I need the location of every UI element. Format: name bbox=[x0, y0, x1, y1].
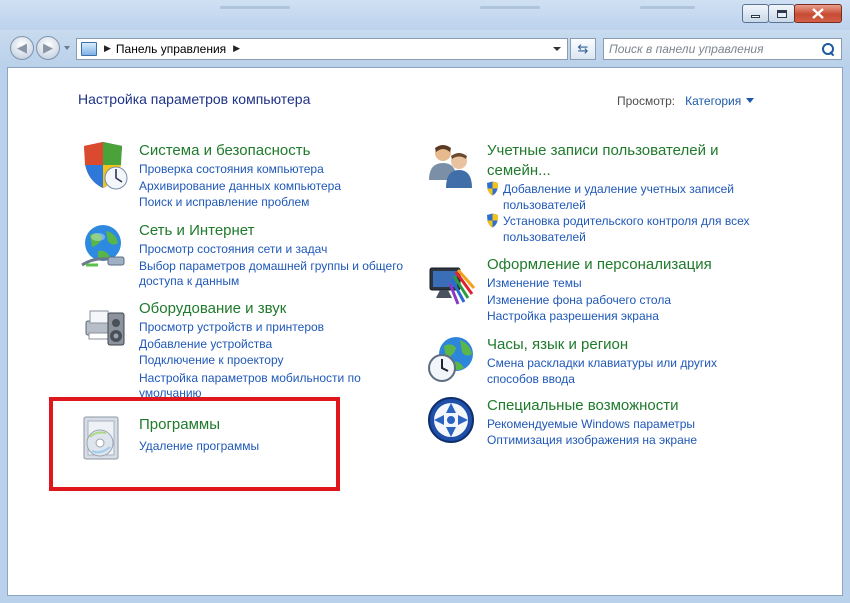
category-network-internet[interactable]: Сеть и Интернет bbox=[139, 222, 255, 239]
link-add-remove-accounts[interactable]: Добавление и удаление учетных записей bbox=[503, 181, 734, 197]
title-decor bbox=[220, 6, 290, 9]
view-by-dropdown[interactable]: Категория bbox=[685, 94, 755, 108]
uac-shield-icon bbox=[487, 181, 498, 196]
link-parental-controls[interactable]: Установка родительского контроля для все… bbox=[503, 213, 750, 229]
close-icon bbox=[812, 8, 824, 19]
link-change-background[interactable]: Изменение фона рабочего стола bbox=[487, 292, 671, 308]
category-hardware-sound[interactable]: Оборудование и звук bbox=[139, 300, 286, 317]
link-change-keyboard-cont[interactable]: способов ввода bbox=[487, 371, 575, 387]
network-globe-icon[interactable] bbox=[78, 221, 128, 271]
view-by: Просмотр: Категория bbox=[617, 94, 755, 108]
chevron-right-icon[interactable]: ▶ bbox=[104, 44, 111, 54]
address-bar[interactable]: ▶ Панель управления ▶ bbox=[76, 38, 568, 60]
link-add-device[interactable]: Добавление устройства bbox=[139, 336, 272, 352]
maximize-button[interactable] bbox=[768, 4, 795, 23]
uac-shield-icon bbox=[487, 213, 498, 228]
search-icon[interactable] bbox=[820, 41, 836, 57]
printer-speaker-icon[interactable] bbox=[78, 299, 128, 349]
link-homegroup-sharing-cont[interactable]: доступа к данным bbox=[139, 273, 239, 289]
security-shield-icon[interactable] bbox=[78, 140, 128, 190]
back-button[interactable]: ◀ bbox=[10, 36, 34, 60]
category-system-security[interactable]: Система и безопасность bbox=[139, 142, 310, 159]
link-homegroup-sharing[interactable]: Выбор параметров домашней группы и общег… bbox=[139, 258, 403, 274]
minimize-button[interactable] bbox=[742, 4, 769, 23]
window-frame-bottom bbox=[0, 596, 850, 603]
link-screen-resolution[interactable]: Настройка разрешения экрана bbox=[487, 308, 659, 324]
chevron-down-icon[interactable] bbox=[746, 98, 755, 103]
link-parental-controls-cont[interactable]: пользователей bbox=[503, 229, 586, 245]
title-decor bbox=[640, 6, 695, 9]
maximize-icon bbox=[776, 9, 787, 18]
link-backup-computer[interactable]: Архивирование данных компьютера bbox=[139, 178, 341, 194]
highlight-box bbox=[49, 397, 340, 491]
accessibility-icon[interactable] bbox=[426, 395, 476, 445]
clock-globe-icon[interactable] bbox=[426, 334, 476, 384]
search-input[interactable] bbox=[604, 40, 820, 58]
category-user-accounts-cont[interactable]: семейн... bbox=[487, 162, 551, 179]
link-connect-projector[interactable]: Подключение к проектору bbox=[139, 352, 284, 368]
close-button[interactable] bbox=[794, 4, 842, 23]
address-dropdown-icon[interactable] bbox=[553, 47, 561, 51]
page-title: Настройка параметров компьютера bbox=[78, 91, 311, 107]
forward-arrow-icon: ▶ bbox=[43, 40, 53, 56]
category-appearance[interactable]: Оформление и персонализация bbox=[487, 256, 712, 273]
recent-pages-dropdown[interactable] bbox=[64, 46, 70, 50]
link-network-status[interactable]: Просмотр состояния сети и задач bbox=[139, 241, 327, 257]
view-by-value[interactable]: Категория bbox=[685, 94, 741, 108]
link-change-keyboard[interactable]: Смена раскладки клавиатуры или других bbox=[487, 355, 717, 371]
category-user-accounts[interactable]: Учетные записи пользователей и bbox=[487, 142, 719, 159]
link-find-fix-problems[interactable]: Поиск и исправление проблем bbox=[139, 194, 309, 210]
category-ease-of-access[interactable]: Специальные возможности bbox=[487, 397, 679, 414]
title-decor bbox=[480, 6, 540, 9]
refresh-button[interactable]: ⇆ bbox=[570, 38, 596, 60]
chevron-right-icon[interactable]: ▶ bbox=[233, 44, 240, 54]
link-mobility-settings[interactable]: Настройка параметров мобильности по bbox=[139, 370, 361, 386]
control-panel-icon bbox=[81, 42, 97, 56]
breadcrumb-control-panel[interactable]: Панель управления bbox=[116, 42, 226, 56]
link-change-theme[interactable]: Изменение темы bbox=[487, 275, 582, 291]
link-devices-printers[interactable]: Просмотр устройств и принтеров bbox=[139, 319, 324, 335]
content-pane: Настройка параметров компьютера Просмотр… bbox=[7, 67, 843, 596]
link-recommended-settings[interactable]: Рекомендуемые Windows параметры bbox=[487, 416, 695, 432]
navigation-bar: ◀ ▶ ▶ Панель управления ▶ ⇆ bbox=[0, 30, 850, 67]
link-optimize-display[interactable]: Оптимизация изображения на экране bbox=[487, 432, 697, 448]
view-by-label: Просмотр: bbox=[617, 94, 676, 108]
refresh-icon: ⇆ bbox=[577, 41, 589, 57]
user-accounts-icon[interactable] bbox=[426, 140, 476, 190]
minimize-icon bbox=[751, 15, 760, 18]
forward-button[interactable]: ▶ bbox=[36, 36, 60, 60]
appearance-monitor-icon[interactable] bbox=[426, 258, 476, 308]
back-arrow-icon: ◀ bbox=[17, 40, 27, 56]
title-bar bbox=[0, 0, 850, 30]
link-check-computer-status[interactable]: Проверка состояния компьютера bbox=[139, 161, 324, 177]
link-add-remove-accounts-cont[interactable]: пользователей bbox=[503, 197, 586, 213]
search-box[interactable] bbox=[603, 38, 842, 60]
category-clock-language-region[interactable]: Часы, язык и регион bbox=[487, 336, 628, 353]
